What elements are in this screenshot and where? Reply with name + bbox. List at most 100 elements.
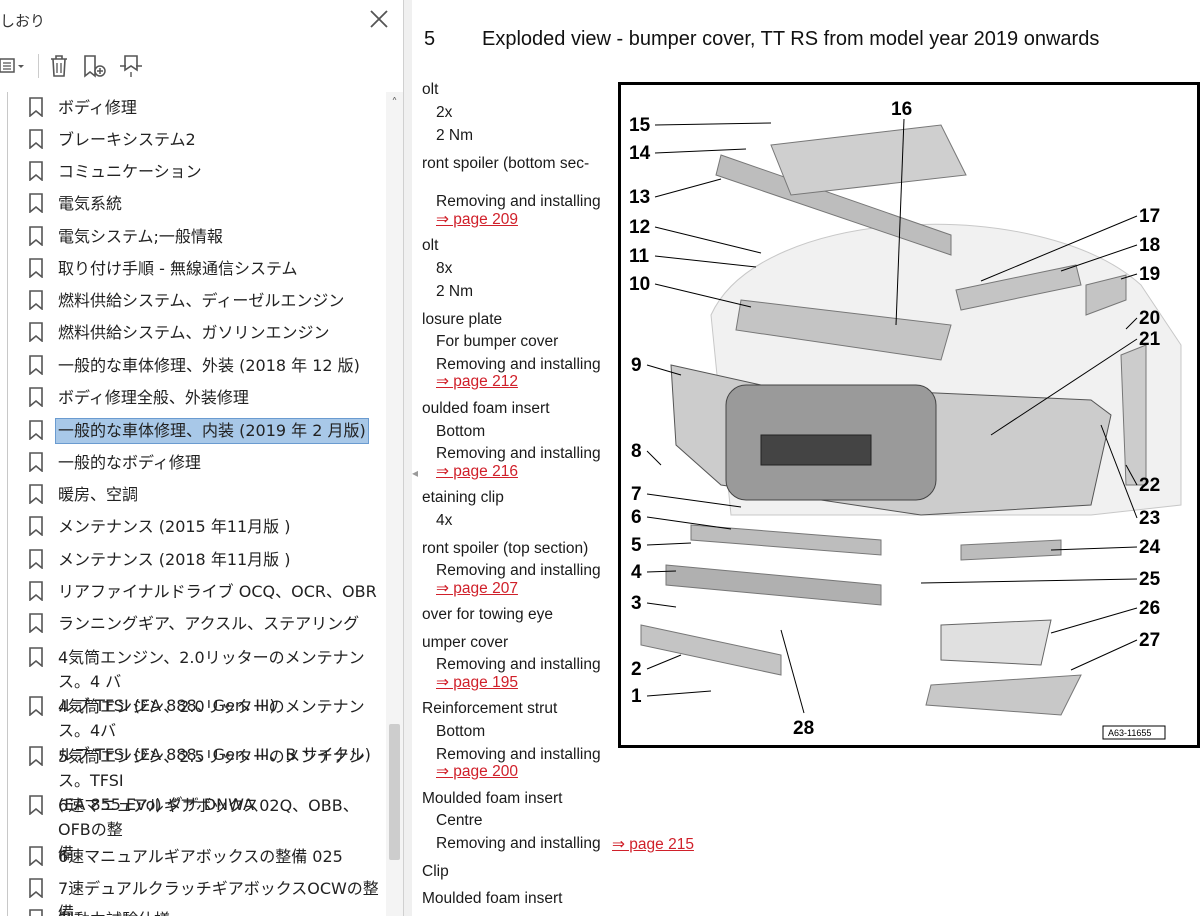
scroll-up-icon[interactable]: ˄ [386,96,403,110]
bookmark-icon [29,387,43,407]
bookmark-item[interactable]: 燃料供給システム、ガソリンエンジン [28,321,386,345]
page-title: Exploded view - bumper cover, TT RS from… [482,28,1100,50]
bookmark-icon [29,258,43,278]
bookmark-item[interactable]: メンテナンス (2018 年11月版 ) [28,548,386,572]
item-name: olt [422,237,439,254]
bookmarks-scrollbar[interactable]: ˄ [386,92,403,916]
item-name: umper cover [422,634,509,651]
item-name: oulded foam insert [422,400,550,417]
callout-20: 20 [1139,308,1160,329]
item-name: losure plate [422,311,503,328]
exploded-view-drawing: 15 14 13 12 11 10 9 8 7 6 5 4 3 2 1 16 1… [629,99,1182,740]
bookmark-item[interactable]: 取り付け手順 - 無線通信システム [28,257,386,281]
page-link[interactable]: ⇒ page 200 [436,762,518,781]
bookmark-icon [29,581,43,601]
bookmark-icon [29,846,43,866]
options-menu-icon[interactable] [0,52,30,80]
item-detail: Removing and installing [436,835,601,852]
bookmark-item[interactable]: 電気システム;一般情報 [28,225,386,249]
bookmark-label: 一般的なボディ修理 [58,453,201,472]
bookmark-item[interactable]: 制動力試験仕様 [28,908,386,916]
item-detail: Removing and installing [436,656,601,673]
delete-icon[interactable] [47,52,71,80]
figure-reference: A63-11655 [1108,728,1151,738]
item-name: ront spoiler (bottom sec- [422,155,590,172]
page-link[interactable]: ⇒ page 195 [436,673,518,692]
bookmark-icon [29,795,43,815]
bookmarks-panel: しおり ボディ修理 ブレーキシステム2 コミュニケーション 電気系統 電気システ… [0,0,404,916]
item-detail: Centre [436,812,483,829]
item-detail: 8x [436,260,453,277]
bookmark-icon [29,549,43,569]
callout-8: 8 [631,441,642,462]
callout-3: 3 [631,593,642,614]
bookmark-icon [29,484,43,504]
bookmark-item[interactable]: コミュニケーション [28,160,386,184]
bookmarks-header: しおり [0,0,403,42]
close-icon[interactable] [368,8,390,30]
item-detail: 4x [436,512,453,529]
bookmark-icon [29,878,43,898]
page-link[interactable]: ⇒ page 215 [612,835,694,854]
callout-27: 27 [1139,630,1160,651]
toolbar-divider [38,54,39,78]
bookmark-icon [29,355,43,375]
page-link[interactable]: ⇒ page 212 [436,372,518,391]
bookmark-item[interactable]: ランニングギア、アクスル、ステアリング [28,612,386,636]
bookmark-label-line: 4気筒エンジン、2.0リッターのメンテナンス。4 バ [58,648,365,691]
bookmark-label: 燃料供給システム、ガソリンエンジン [58,323,330,342]
page-link[interactable]: ⇒ page 207 [436,579,518,598]
bookmark-item[interactable]: リアファイナルドライブ OCQ、OCR、OBR [28,580,386,604]
bookmark-icon [29,290,43,310]
callout-1: 1 [631,686,642,707]
panel-splitter[interactable] [404,0,412,916]
bookmark-icon [29,613,43,633]
bookmark-item[interactable]: 一般的な車体修理、外装 (2018 年 12 版) [28,354,386,378]
item-name: Moulded foam insert [422,890,563,907]
bookmark-label: 制動力試験仕様 [58,908,170,916]
bookmark-item[interactable]: ボディ修理 [28,96,386,120]
bookmark-item[interactable]: 燃料供給システム、ディーゼルエンジン [28,289,386,313]
callout-28: 28 [793,718,814,739]
page-link[interactable]: ⇒ page 209 [436,210,518,229]
bookmark-label-line: 5気筒エンジン、2.5リッターのメンテナンス。TFSI [58,747,365,790]
item-name: olt [422,81,439,98]
item-detail: 2 Nm [436,127,474,144]
bookmark-item[interactable]: ボディ修理全般、外装修理 [28,386,386,410]
scrollbar-thumb[interactable] [389,724,400,860]
item-detail: Bottom [436,423,486,440]
item-detail: 2 Nm [436,283,474,300]
bookmark-item[interactable]: 6速マニュアルギアボックスの整備 025 [28,845,386,869]
bookmark-item-selected[interactable]: 一般的な車体修理、内装 (2019 年 2 月版) [28,418,386,444]
callout-11: 11 [629,246,650,267]
document-page: 5 Exploded view - bumper cover, TT RS fr… [420,0,1200,916]
bookmark-item[interactable]: 一般的なボディ修理 [28,451,386,475]
bookmark-label-line: 4気筒エンジン、2.0リッターのメンテナンス。4バ [58,697,365,740]
callout-2: 2 [631,659,642,680]
item-detail: Removing and installing [436,193,601,210]
callout-16: 16 [891,99,912,120]
bookmark-label-line: 6速マニュアルギアボックス02Q、OBB、OFBの整 [58,796,359,839]
bookmark-label: ボディ修理全般、外装修理 [58,388,249,407]
bookmark-label: 電気システム;一般情報 [58,227,223,246]
bookmark-item[interactable]: 電気系統 [28,192,386,216]
callout-9: 9 [631,355,642,376]
item-detail: Removing and installing [436,562,601,579]
callout-12: 12 [629,217,650,238]
new-bookmark-icon[interactable] [82,52,108,80]
bookmark-label: 暖房、空調 [58,485,139,504]
bookmark-item[interactable]: メンテナンス (2015 年11月版 ) [28,515,386,539]
callout-6: 6 [631,507,642,528]
callout-14: 14 [629,143,651,164]
expand-bookmark-icon[interactable] [117,52,145,80]
bookmark-icon [29,516,43,536]
callout-24: 24 [1139,537,1161,558]
callout-17: 17 [1139,206,1160,227]
bookmark-label: 燃料供給システム、ディーゼルエンジン [58,291,345,310]
page-link[interactable]: ⇒ page 216 [436,462,518,481]
bookmark-item[interactable]: ブレーキシステム2 [28,128,386,152]
bookmark-item[interactable]: 暖房、空調 [28,483,386,507]
bookmark-icon [29,647,43,667]
callout-13: 13 [629,187,650,208]
callout-18: 18 [1139,235,1160,256]
